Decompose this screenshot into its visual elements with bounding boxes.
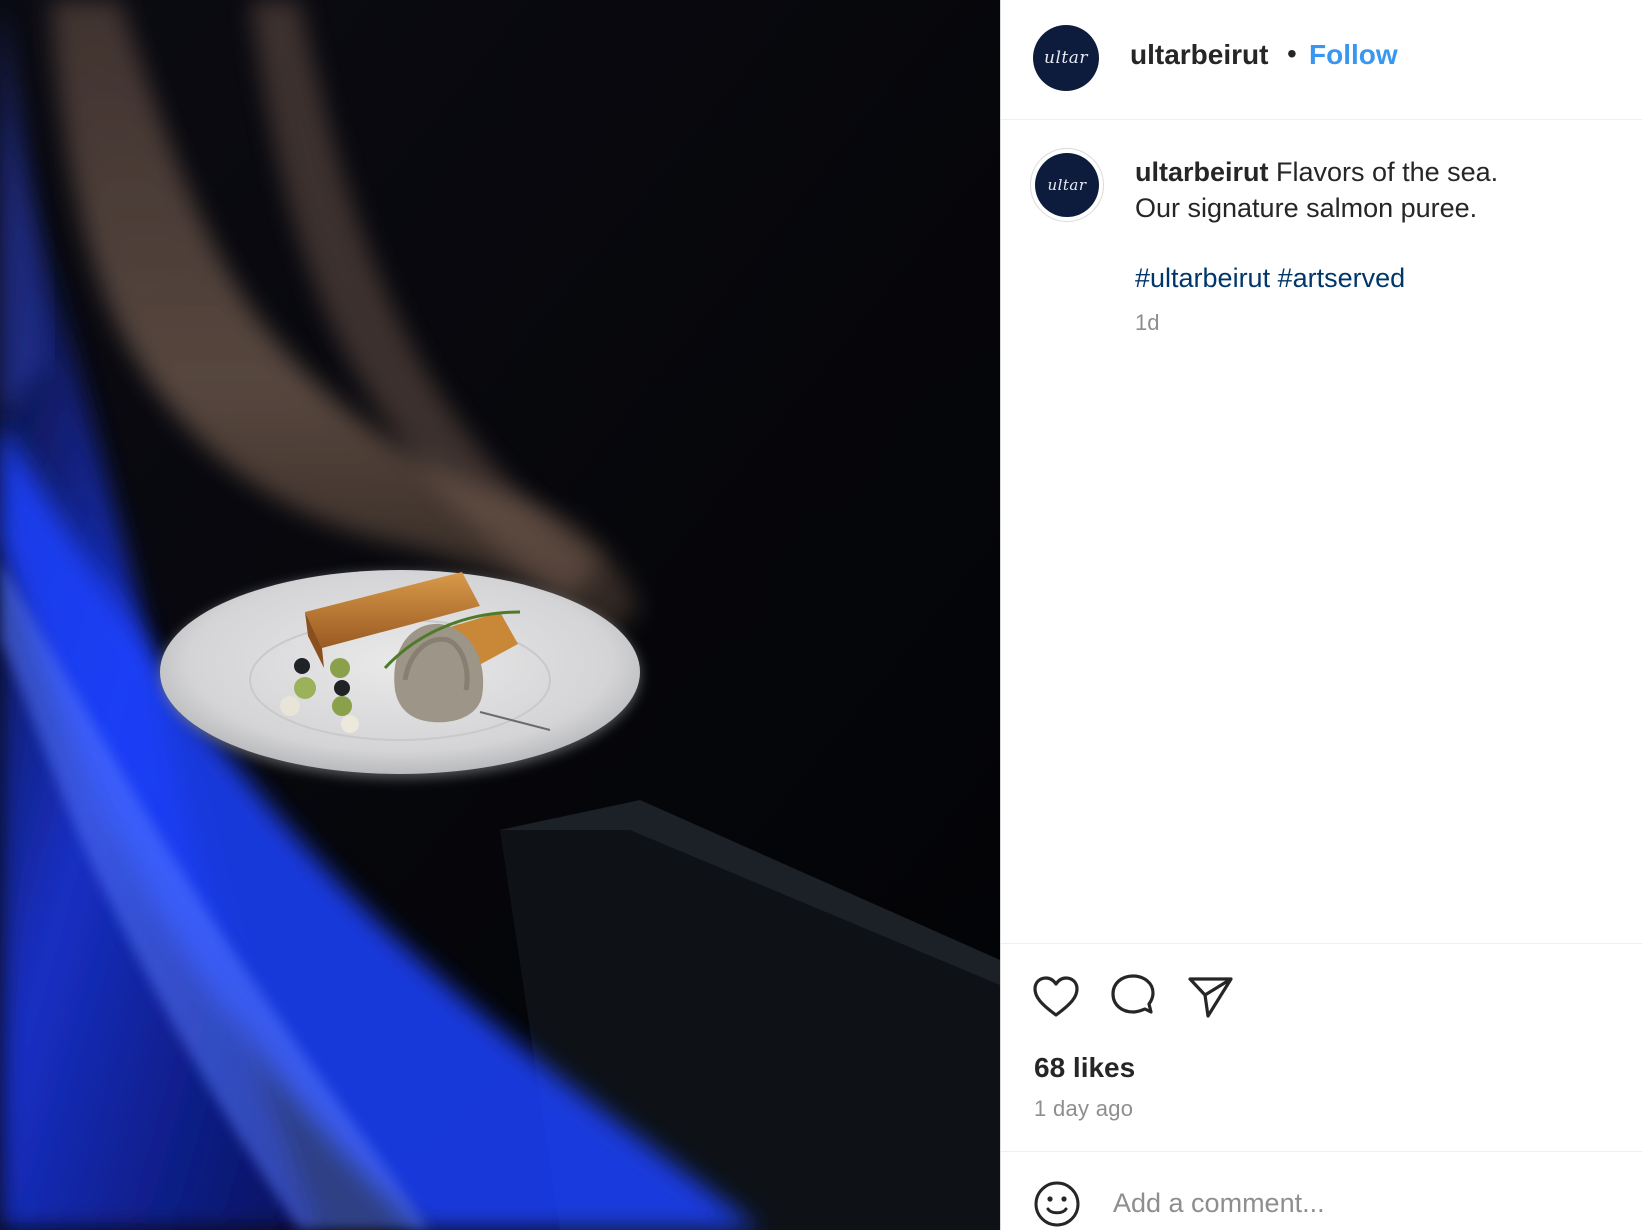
post-side-panel: ultar ultarbeirut • Follow ultar ultarbe… <box>1000 0 1642 1230</box>
paper-plane-icon[interactable] <box>1185 972 1235 1022</box>
comment-input[interactable] <box>1113 1176 1593 1230</box>
food-photo <box>0 0 1000 1230</box>
header-username[interactable]: ultarbeirut <box>1130 39 1268 71</box>
comment-bubble-icon[interactable] <box>1108 972 1158 1022</box>
comment-box <box>1001 1152 1642 1230</box>
post-time-ago[interactable]: 1 day ago <box>1034 1096 1133 1122</box>
caption-avatar-logo-mark: ultar <box>1047 176 1087 194</box>
post-header: ultar ultarbeirut • Follow <box>1001 0 1642 120</box>
profile-avatar[interactable]: ultar <box>1033 25 1099 91</box>
caption-hashtags: #ultarbeirut #artserved <box>1135 260 1405 296</box>
follow-button[interactable]: Follow <box>1309 39 1398 71</box>
caption-area: ultar ultarbeirut Flavors of the sea. Ou… <box>1001 120 1642 944</box>
caption-avatar-ring[interactable]: ultar <box>1030 148 1104 222</box>
caption-avatar: ultar <box>1035 153 1099 217</box>
hashtag-link[interactable]: #artserved <box>1278 263 1406 293</box>
caption-username[interactable]: ultarbeirut <box>1135 157 1269 187</box>
smiley-icon[interactable] <box>1033 1180 1081 1228</box>
caption-text: ultarbeirut Flavors of the sea. Our sign… <box>1135 154 1615 226</box>
caption-line-1: Flavors of the sea. <box>1276 157 1499 187</box>
caption-line-2: Our signature salmon puree. <box>1135 193 1478 223</box>
avatar-logo-mark: ultar <box>1044 48 1088 68</box>
hashtag-link[interactable]: #ultarbeirut <box>1135 263 1270 293</box>
header-separator: • <box>1287 38 1297 69</box>
post-actions: 68 likes 1 day ago <box>1001 944 1642 1152</box>
likes-count[interactable]: 68 likes <box>1034 1052 1135 1084</box>
post-image[interactable] <box>0 0 1000 1230</box>
heart-icon[interactable] <box>1031 972 1081 1022</box>
caption-timestamp[interactable]: 1d <box>1135 310 1159 336</box>
